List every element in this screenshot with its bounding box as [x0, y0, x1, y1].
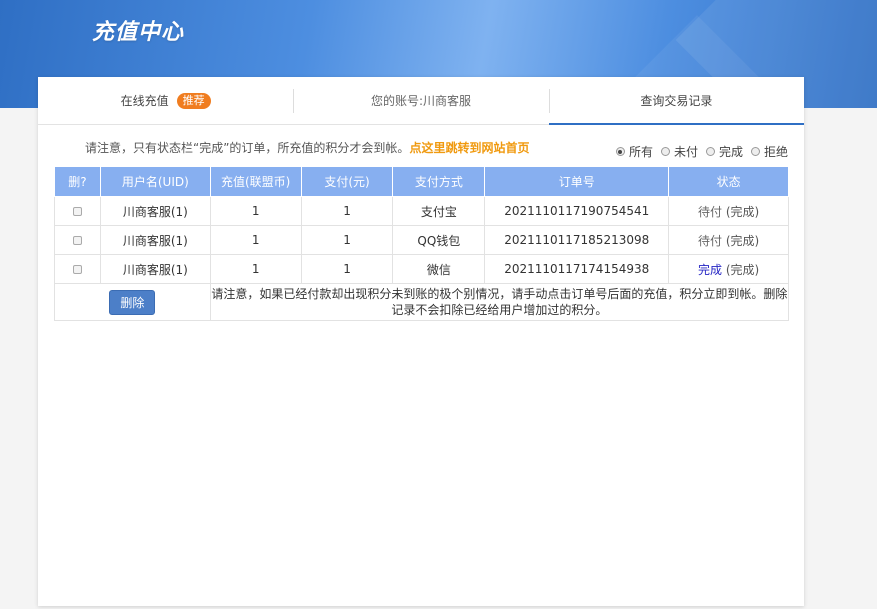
page-title: 充值中心 [92, 20, 185, 45]
table-header-row: 删? 用户名(UID) 充值(联盟币) 支付(元) 支付方式 订单号 状态 [54, 166, 789, 197]
notice-text: 请注意，只有状态栏“完成”的订单，所充值的积分才会到帐。点这里跳转到网站首页 [85, 141, 530, 155]
row-checkbox[interactable] [72, 207, 82, 216]
status-pending: 待付 [697, 233, 722, 248]
cell-coins: 1 [209, 196, 302, 226]
tab-bar: 在线充值 推荐 您的账号:川商客服 查询交易记录 [38, 77, 804, 125]
radio-icon[interactable] [660, 147, 670, 156]
col-order: 订单号 [484, 166, 670, 197]
recommend-badge: 推荐 [176, 92, 211, 109]
tab-label: 查询交易记录 [640, 93, 713, 108]
filter-unpaid[interactable]: 未付 [660, 143, 698, 160]
cell-paid: 1 [300, 196, 394, 226]
status-note[interactable]: (完成) [726, 234, 759, 248]
delete-button[interactable]: 删除 [109, 289, 156, 315]
footer-note: 请注意，如果已经付款却出现积分未到账的极个别情况，请手动点击订单号后面的充值，积… [209, 283, 790, 321]
status-done-link[interactable]: 完成 [698, 263, 722, 277]
col-coins: 充值(联盟币) [209, 166, 302, 197]
cell-user: 川商客服(1) [99, 254, 211, 284]
cell-method: 支付宝 [392, 196, 486, 226]
filter-rejected[interactable]: 拒绝 [750, 143, 788, 160]
row-checkbox[interactable] [72, 265, 82, 274]
tab-label: 在线充值 [120, 94, 169, 108]
cell-order[interactable]: 2021110117190754541 [484, 196, 670, 226]
home-link[interactable]: 点这里跳转到网站首页 [409, 141, 529, 155]
col-status: 状态 [668, 166, 789, 197]
cell-coins: 1 [209, 254, 302, 284]
status-filter: 所有 未付 完成 拒绝 [608, 143, 788, 160]
main-panel: 在线充值 推荐 您的账号:川商客服 查询交易记录 请注意，只有状态栏“完成”的订… [38, 77, 804, 606]
radio-icon[interactable] [615, 147, 625, 156]
col-method: 支付方式 [392, 166, 486, 197]
col-paid: 支付(元) [300, 166, 394, 197]
cell-paid: 1 [300, 225, 394, 255]
status-note[interactable]: (完成) [726, 205, 759, 219]
table-row: 川商客服(1) 1 1 支付宝 2021110117190754541 待付 (… [54, 196, 789, 226]
table-row: 川商客服(1) 1 1 微信 2021110117174154938 完成 (完… [54, 254, 789, 284]
filter-all[interactable]: 所有 [615, 143, 653, 160]
cell-user: 川商客服(1) [99, 196, 211, 226]
filter-complete[interactable]: 完成 [705, 143, 743, 160]
tab-label: 您的账号:川商客服 [370, 94, 472, 108]
cell-status: 待付 (完成) [668, 196, 789, 226]
table-row: 川商客服(1) 1 1 QQ钱包 2021110117185213098 待付 … [54, 225, 789, 255]
status-note[interactable]: (完成) [726, 263, 759, 277]
tab-transaction-records[interactable]: 查询交易记录 [548, 77, 804, 125]
cell-method: 微信 [392, 254, 486, 284]
row-checkbox[interactable] [72, 236, 82, 245]
cell-method: QQ钱包 [392, 225, 486, 255]
table-footer-row: 删除 请注意，如果已经付款却出现积分未到账的极个别情况，请手动点击订单号后面的充… [54, 283, 790, 321]
col-user: 用户名(UID) [99, 166, 211, 197]
status-pending: 待付 [697, 204, 722, 219]
notice-row: 请注意，只有状态栏“完成”的订单，所充值的积分才会到帐。点这里跳转到网站首页 所… [38, 135, 804, 159]
orders-table: 删? 用户名(UID) 充值(联盟币) 支付(元) 支付方式 订单号 状态 川商… [54, 166, 790, 321]
cell-status: 完成 (完成) [668, 254, 789, 284]
radio-icon[interactable] [750, 147, 760, 156]
cell-paid: 1 [300, 254, 394, 284]
tab-online-recharge[interactable]: 在线充值 推荐 [38, 77, 293, 124]
cell-order[interactable]: 2021110117185213098 [484, 225, 670, 255]
cell-status: 待付 (完成) [668, 225, 789, 255]
radio-icon[interactable] [705, 147, 715, 156]
cell-coins: 1 [209, 225, 302, 255]
tab-account[interactable]: 您的账号:川商客服 [293, 77, 548, 124]
cell-user: 川商客服(1) [99, 225, 211, 255]
cell-order[interactable]: 2021110117174154938 [484, 254, 670, 284]
col-delete: 删? [54, 166, 101, 197]
